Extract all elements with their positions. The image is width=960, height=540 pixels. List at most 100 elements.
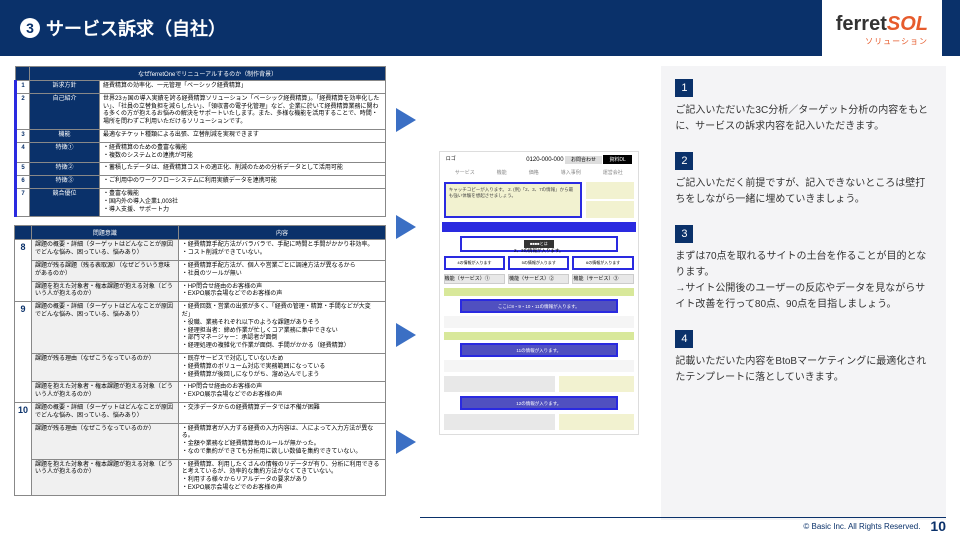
point-text: ご記入いただく前提ですが、記入できないところは壁打ちをしながら一緒に埋めていきま…: [675, 176, 932, 208]
copyright: © Basic Inc. All Rights Reserved.: [803, 522, 920, 531]
mock-text-block: [444, 316, 634, 328]
page-number: 10: [930, 518, 946, 534]
right-column: 1 ご記入いただいた3C分析／ターゲット分析の内容をもとに、サービスの訴求内容を…: [661, 66, 946, 520]
table-group-num: 9: [15, 302, 32, 403]
arrow-icon: [396, 108, 416, 132]
mock-phone: 0120-000-000: [526, 157, 563, 163]
mock-section-head: [444, 332, 634, 340]
point-item: 2 ご記入いただく前提ですが、記入できないところは壁打ちをしながら一緒に埋めてい…: [675, 151, 932, 208]
mock-wide-box: ここに8・9・10・11の情報が入ります。: [460, 299, 618, 313]
mock-nav-item: 導入事例: [561, 169, 581, 176]
table-issue-cell: 課題の概要・詳細（ターゲットはどんなことが原因でどんな悩み、困っている、悩みあり…: [32, 240, 179, 261]
table-row-num: 5: [16, 163, 30, 176]
mock-nav-item: サービス: [455, 169, 475, 176]
table-row-num: 2: [16, 93, 30, 129]
point-item: 3 まずは70点を取れるサイトの土台を作ることが目的となります。→サイト公開後の…: [675, 224, 932, 313]
mock-bottom-text: [444, 414, 556, 430]
point-num: 4: [675, 330, 693, 348]
table-row-value: ・豊富な機能・国内外の導入企業1,003社・導入支援、サポート力: [100, 188, 386, 216]
mock-gray-box: 機能（サービス）③: [572, 274, 633, 284]
point-text: 記載いただいた内容をBtoBマーケティングに最適化されたテンプレートに落としてい…: [675, 354, 932, 386]
mock-bottom-img: [559, 376, 633, 392]
title-text: サービス訴求（自社）: [46, 15, 226, 41]
table-row-label: 特徴③: [30, 176, 100, 189]
mock-wide-box: 12の情報が入ります。: [460, 396, 618, 410]
table-row-label: 特徴②: [30, 163, 100, 176]
table-row-value: 世界23ヵ国の導入実績を誇る経費精算ソリューション「ベーシック経費精算」。「経費…: [100, 93, 386, 129]
mock-bottom-img: [559, 414, 633, 430]
table-row-value: ・蓄積したデータは、経費精算コストの適正化、削減のための分析データとして活用可能: [100, 163, 386, 176]
mock-text-block: [444, 360, 634, 372]
logo: ferretSOL ソリューション: [822, 0, 942, 56]
mock-mid-text: 2、3の情報が入ります。: [514, 248, 564, 253]
header: 3 サービス訴求（自社） ferretSOL ソリューション: [0, 0, 960, 56]
table-content-cell: ・経費回数・営業の出張が多く、「経費の管理・精算・手間などが大変だ」・役職、業務…: [178, 302, 385, 354]
table-issue-cell: 課題の概要・詳細（ターゲットはどんなことが原因でどんな悩み、困っている、悩みあり…: [32, 302, 179, 354]
table-content-cell: ・HP問合せ経由のお客様の声・EXPO展示会場などでのお客様の声: [178, 281, 385, 302]
logo-sub: ソリューション: [865, 36, 928, 47]
table-row-value: 経費精算の効率化、一元管理「ベーシック経費精算」: [100, 81, 386, 94]
table-row-label: 訴求方針: [30, 81, 100, 94]
table-issue-cell: 課題が残る課題（残る表取源）（なぜどういう意味があるのか）: [32, 260, 179, 281]
mock-contact-btn: お問合わせ: [565, 156, 602, 164]
mock-site-preview: ロゴ 0120-000-000 お問合わせ 資料DL サービス機能価格導入事例運…: [439, 151, 639, 435]
arrow-column: [396, 66, 416, 496]
point-item: 1 ご記入いただいた3C分析／ターゲット分析の内容をもとに、サービスの訴求内容を…: [675, 78, 932, 135]
table-content-cell: ・既存サービスで対応していないため・経費精算のボリューム対応で実務範囲になってい…: [178, 353, 385, 381]
table-issue-cell: 課題を抱えた対象者・権本課題が抱える対象（どういう人が抱えるのか）: [32, 459, 179, 495]
middle-column: ロゴ 0120-000-000 お問合わせ 資料DL サービス機能価格導入事例運…: [426, 66, 651, 520]
table-content-cell: ・経費精算手配方法が、個人や営業ごとに調達方法が異なるから・社員のツールが無い: [178, 260, 385, 281]
table-content-cell: ・経費精算手配方法がバラバラで、手配に時間と手間がかかり非効率。・コスト削減がで…: [178, 240, 385, 261]
mock-feature-box: 4の情報が入ります: [444, 256, 505, 270]
mock-bottom-text: [444, 376, 556, 392]
mock-cta: [442, 222, 636, 232]
mock-feature-box: 6の情報が入ります: [572, 256, 633, 270]
table-content-cell: ・交渉データからの経費精算データでは不備が困難: [178, 402, 385, 423]
point-item: 4 記載いただいた内容をBtoBマーケティングに最適化されたテンプレートに落とし…: [675, 329, 932, 386]
mock-mid-dark: ■■■■とは: [524, 240, 554, 248]
point-num: 2: [675, 152, 693, 170]
table-top-title: なぜferretOneでリニューアルするのか（制作背景）: [30, 67, 386, 81]
point-num: 3: [675, 225, 693, 243]
table-row-value: ・経費精算のための豊富な機能・複数のシステムとの連携が可能: [100, 142, 386, 163]
arrow-icon: [396, 215, 416, 239]
table-row-label: 特徴①: [30, 142, 100, 163]
arrow-icon: [396, 323, 416, 347]
th-issue: 問題意識: [32, 226, 179, 240]
table-group-num: 10: [15, 402, 32, 495]
logo-ferret: ferret: [836, 13, 887, 35]
mock-section-head: [444, 288, 634, 296]
mock-dl-btn: 資料DL: [603, 155, 631, 164]
table-issue-cell: 課題を抱えた対象者・権本課題が抱える対象（どういう人が抱えるのか）: [32, 281, 179, 302]
table-row-label: 競合優位: [30, 188, 100, 216]
arrow-icon: [396, 430, 416, 454]
table-bottom: 問題意識内容 8課題の概要・詳細（ターゲットはどんなことが原因でどんな悩み、困っ…: [14, 225, 386, 496]
table-issue-cell: 課題が残る理由（なぜこうなっているのか）: [32, 353, 179, 381]
point-text: ご記入いただいた3C分析／ターゲット分析の内容をもとに、サービスの訴求内容を記入…: [675, 103, 932, 135]
mock-wide-box: 11の情報が入ります。: [460, 343, 618, 357]
table-row-value: 最適なチケット種類による出張、立替削減を実現できます: [100, 129, 386, 142]
mock-gray-box: 機能（サービス）①: [444, 274, 505, 284]
mock-hero: キャッチコピーが入ります。 2. (例)「2、3、7の情報」から最も強い体験を想…: [444, 182, 582, 218]
table-row-num: 1: [16, 81, 30, 94]
mock-logo: ロゴ: [446, 155, 456, 164]
title-number: 3: [20, 18, 40, 38]
mock-hero-side: [586, 201, 634, 218]
left-column: なぜferretOneでリニューアルするのか（制作背景） 1 訴求方針 経費精算…: [14, 66, 386, 520]
table-group-num: 8: [15, 240, 32, 302]
point-num: 1: [675, 79, 693, 97]
table-content-cell: ・経費精算、利用したくさんの情報のリデータが有り、分析に利用できると考えているが…: [178, 459, 385, 495]
mock-gray-box: 機能（サービス）②: [508, 274, 569, 284]
th-content: 内容: [178, 226, 385, 240]
table-row-label: 機能: [30, 129, 100, 142]
table-top: なぜferretOneでリニューアルするのか（制作背景） 1 訴求方針 経費精算…: [14, 66, 386, 217]
footer: © Basic Inc. All Rights Reserved. 10: [803, 518, 946, 534]
mock-three-boxes: 4の情報が入ります5の情報が入ります6の情報が入ります: [444, 256, 634, 270]
page-title: 3 サービス訴求（自社）: [20, 15, 226, 41]
mock-nav-item: 価格: [529, 169, 539, 176]
table-row-num: 3: [16, 129, 30, 142]
table-row-value: ・ご利用中のワークフローシステムに利用実績データを連携可能: [100, 176, 386, 189]
table-row-num: 7: [16, 188, 30, 216]
mock-hero-side: [586, 182, 634, 199]
table-row-label: 自己紹介: [30, 93, 100, 129]
